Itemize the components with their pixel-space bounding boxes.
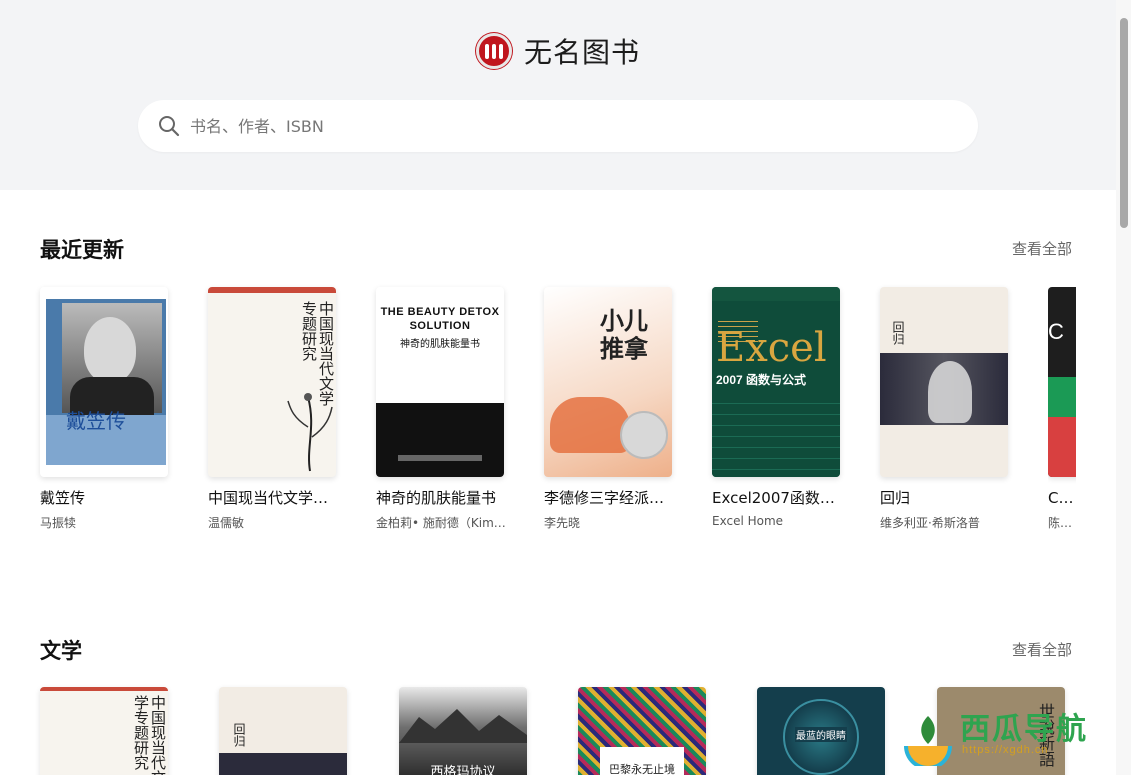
book-cover[interactable]: Excel 2007 函数与公式 — [712, 287, 840, 477]
cover-title: 回归 — [232, 723, 246, 747]
header: 无名图书 — [0, 0, 1116, 190]
book-card[interactable]: 中国现当代文学专题研究 — [40, 687, 170, 775]
book-card[interactable]: 小儿推拿 李德修三字经派小儿推拿 李先晓 — [544, 287, 674, 531]
book-title[interactable]: 戴笠传 — [40, 487, 170, 508]
view-all-recent-link[interactable]: 查看全部 — [1012, 238, 1072, 259]
mountain-illustration — [399, 709, 527, 743]
book-card[interactable]: 巴黎永无止境 — [578, 687, 708, 775]
cover-title: 巴黎永无止境 — [609, 764, 675, 775]
search-bar[interactable] — [138, 100, 978, 152]
watermark-url: https://xgdh.cn — [962, 744, 1049, 756]
book-title[interactable]: 李德修三字经派小儿推拿 — [544, 487, 674, 508]
cover-title: 神奇的肌肤能量书 — [400, 339, 480, 350]
book-card[interactable]: 最蓝的眼睛 — [757, 687, 887, 775]
book-cover[interactable]: 小儿推拿 — [544, 287, 672, 477]
book-cover[interactable]: C — [1048, 287, 1076, 477]
book-card[interactable]: C CMC模拟 陈铖源 — [1048, 287, 1076, 531]
orchid-illustration — [287, 393, 333, 472]
brand[interactable]: 无名图书 — [0, 31, 1116, 71]
site-title: 无名图书 — [523, 36, 640, 69]
book-cover[interactable]: 中国现当代文学专题研究 — [208, 287, 336, 477]
book-title[interactable]: CMC模拟 — [1048, 487, 1076, 508]
book-card[interactable]: Excel 2007 函数与公式 Excel2007函数与公式实战技巧精粹 Ex… — [712, 287, 842, 528]
book-title[interactable]: Excel2007函数与公式实战技巧精粹 — [712, 487, 842, 508]
book-author[interactable]: 李先晓 — [544, 514, 674, 531]
cover-title: 回归 — [891, 321, 905, 345]
cover-title: 小儿推拿 — [600, 306, 648, 363]
cover-title: 最蓝的眼睛 — [795, 727, 847, 742]
book-author[interactable]: 金柏莉• 施耐德（Kimberly Snyder） — [376, 514, 506, 531]
book-title[interactable]: 回归 — [880, 487, 1010, 508]
watermark-text: 西瓜导航 — [960, 712, 1088, 747]
book-cover[interactable]: 西格玛协议 — [399, 687, 527, 775]
book-card[interactable]: 戴笠传 戴笠传 马振犊 — [40, 287, 170, 531]
section-title-literature: 文学 — [40, 639, 82, 663]
cover-title: C — [1048, 319, 1064, 344]
cover-title: 戴笠传 — [66, 409, 126, 433]
book-cover[interactable]: 回归 — [219, 687, 347, 775]
page-scrollbar[interactable] — [1116, 0, 1131, 775]
view-all-literature-link[interactable]: 查看全部 — [1012, 639, 1072, 660]
library-logo-icon — [475, 33, 512, 69]
book-cover[interactable]: 最蓝的眼睛 — [757, 687, 885, 775]
cover-title: 中国现当代文学专题研究 — [132, 695, 166, 775]
book-cover[interactable]: THE BEAUTY DETOX SOLUTION 神奇的肌肤能量书 — [376, 287, 504, 477]
book-title[interactable]: 神奇的肌肤能量书 — [376, 487, 506, 508]
search-input[interactable] — [190, 116, 950, 136]
book-card[interactable]: THE BEAUTY DETOX SOLUTION 神奇的肌肤能量书 神奇的肌肤… — [376, 287, 506, 531]
search-icon — [159, 116, 180, 137]
book-cover[interactable]: 中国现当代文学专题研究 — [40, 687, 168, 775]
cover-title: 西格玛协议 — [430, 764, 496, 775]
watermark: 西瓜导航 https://xgdh.cn — [898, 700, 1113, 768]
book-author[interactable]: 马振犊 — [40, 514, 170, 531]
cover-subtitle: 2007 函数与公式 — [716, 373, 807, 387]
book-title[interactable]: 中国现当代文学专题研究 — [208, 487, 338, 508]
book-author[interactable]: 陈铖源 — [1048, 514, 1076, 531]
book-author[interactable]: 维多利亚·希斯洛普 — [880, 514, 1010, 531]
cover-title: Excel — [716, 325, 827, 371]
section-title-recent: 最近更新 — [40, 238, 124, 262]
scrollbar-thumb[interactable] — [1120, 18, 1128, 228]
cover-title-en: THE BEAUTY DETOX SOLUTION — [380, 306, 500, 332]
book-card[interactable]: 中国现当代文学专题研究 中国现当代文学专题研究 温儒敏 — [208, 287, 338, 531]
book-cover[interactable]: 回归 — [880, 287, 1008, 477]
book-author[interactable]: 温儒敏 — [208, 514, 338, 531]
book-card[interactable]: 西格玛协议 — [399, 687, 529, 775]
book-card[interactable]: 回归 回归 维多利亚·希斯洛普 — [880, 287, 1010, 531]
book-cover[interactable]: 戴笠传 — [40, 287, 168, 477]
book-cover[interactable]: 巴黎永无止境 — [578, 687, 706, 775]
book-card[interactable]: 回归 — [219, 687, 349, 775]
watermelon-logo-icon — [904, 716, 952, 766]
book-author[interactable]: Excel Home — [712, 514, 842, 528]
